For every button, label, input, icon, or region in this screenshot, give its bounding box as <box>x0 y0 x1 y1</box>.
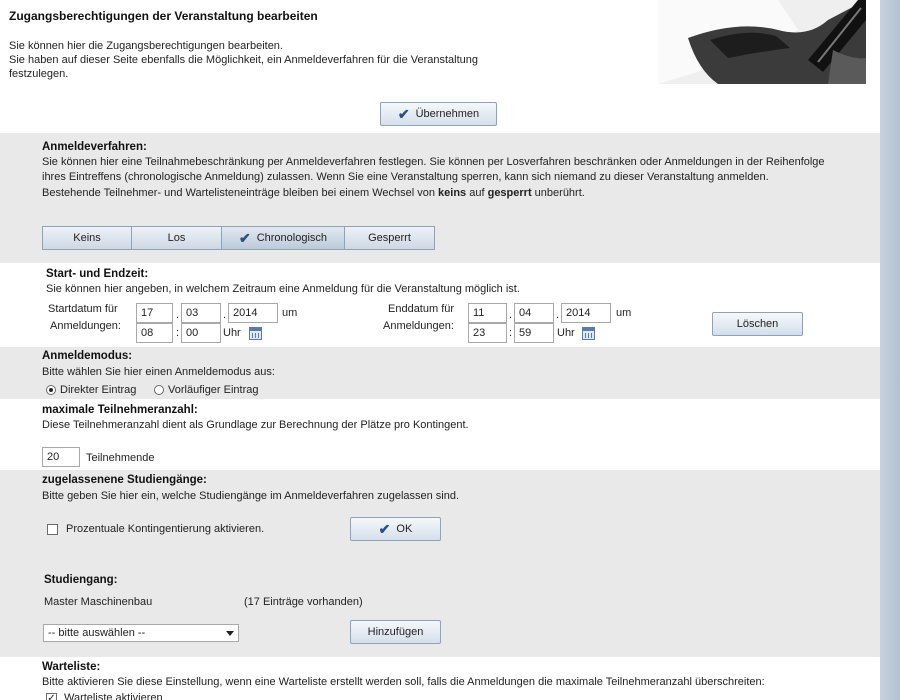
header-photo <box>658 0 866 84</box>
radio-label-provisional: Vorläufiger Eintrag <box>168 384 259 396</box>
program-heading: Studiengang: <box>44 574 118 586</box>
intro-line-1: Sie können hier die Zugangsberechtigunge… <box>9 40 283 52</box>
program-select[interactable]: -- bitte auswählen -- <box>43 624 239 642</box>
section-text: Bitte geben Sie hier ein, welche Studien… <box>42 490 460 502</box>
section-text: Sie können hier angeben, in welchem Zeit… <box>46 283 520 295</box>
intro-line-3: festzulegen. <box>9 68 69 80</box>
section-text-1: Sie können hier eine Teilnahmebeschränku… <box>42 156 825 168</box>
start-day-input[interactable] <box>136 303 173 323</box>
page: Zugangsberechtigungen der Veranstaltung … <box>0 0 880 700</box>
option-chronologisch[interactable]: ✔ Chronologisch <box>221 226 345 250</box>
checkmark-icon: ✔ <box>397 106 410 122</box>
section-text: Bitte wählen Sie hier einen Anmeldemodus… <box>42 366 275 378</box>
section-studiengaenge: zugelassenene Studiengänge: Bitte geben … <box>0 470 880 657</box>
section-anmeldemodus: Anmeldemodus: Bitte wählen Sie hier eine… <box>0 347 880 399</box>
date-separator: . <box>176 309 180 321</box>
page-title: Zugangsberechtigungen der Veranstaltung … <box>9 9 318 23</box>
checkmark-icon: ✔ <box>238 230 251 246</box>
section-heading: Anmeldeverfahren: <box>42 141 147 153</box>
vertical-scrollbar[interactable] <box>880 0 900 700</box>
section-start-endzeit: Start- und Endzeit: Sie können hier ange… <box>0 263 880 347</box>
program-count: (17 Einträge vorhanden) <box>244 596 363 608</box>
hand-with-tablet-image <box>658 0 866 84</box>
end-hour-input[interactable] <box>468 323 507 343</box>
checkmark-icon: ✔ <box>378 521 391 537</box>
section-warteliste: Warteliste: Bitte aktivieren Sie diese E… <box>0 657 880 700</box>
start-date-label-1: Startdatum für <box>48 303 118 315</box>
section-heading: zugelassenene Studiengänge: <box>42 474 207 486</box>
program-name: Master Maschinenbau <box>44 596 153 608</box>
delete-button[interactable]: Löschen <box>712 312 803 336</box>
ok-button[interactable]: ✔ OK <box>350 517 441 541</box>
apply-button[interactable]: ✔ Übernehmen <box>380 102 497 126</box>
chevron-down-icon <box>226 631 234 636</box>
option-gesperrt[interactable]: Gesperrt <box>344 226 435 250</box>
date-separator: . <box>223 309 227 321</box>
start-year-input[interactable] <box>228 303 278 323</box>
radio-direct-entry[interactable] <box>46 385 56 395</box>
radio-provisional-entry[interactable] <box>154 385 164 395</box>
intro-line-2: Sie haben auf dieser Seite ebenfalls die… <box>9 54 479 66</box>
date-separator: . <box>509 309 513 321</box>
uhr-label: Uhr <box>557 327 575 339</box>
option-keins[interactable]: Keins <box>42 226 132 250</box>
uhr-label: Uhr <box>223 327 241 339</box>
start-date-label-2: Anmeldungen: <box>50 320 121 332</box>
section-heading: Warteliste: <box>42 661 101 673</box>
section-anmeldeverfahren: Anmeldeverfahren: Sie können hier eine T… <box>0 133 880 263</box>
quota-checkbox-label: Prozentuale Kontingentierung aktivieren. <box>66 523 265 535</box>
radio-label-direct: Direkter Eintrag <box>60 384 137 396</box>
section-heading: maximale Teilnehmeranzahl: <box>42 404 198 416</box>
end-date-label-1: Enddatum für <box>388 303 455 315</box>
section-text: Bitte aktivieren Sie diese Einstellung, … <box>42 676 765 688</box>
section-text: Diese Teilnehmeranzahl dient als Grundla… <box>42 419 469 431</box>
add-program-button[interactable]: Hinzufügen <box>350 620 441 644</box>
end-month-input[interactable] <box>514 303 554 323</box>
end-date-label-2: Anmeldungen: <box>383 320 454 332</box>
start-minute-input[interactable] <box>181 323 221 343</box>
date-separator: . <box>556 309 560 321</box>
section-text-2: ihres Eintreffens (chronologische Anmeld… <box>42 171 769 183</box>
time-separator: : <box>509 327 513 339</box>
waitlist-checkbox[interactable]: ✓ <box>46 693 57 700</box>
end-year-input[interactable] <box>561 303 611 323</box>
calendar-icon[interactable] <box>582 327 595 340</box>
section-heading: Anmeldemodus: <box>42 350 133 362</box>
quota-checkbox[interactable] <box>47 524 58 535</box>
option-los[interactable]: Los <box>131 226 222 250</box>
participants-unit: Teilnehmende <box>86 452 155 464</box>
waitlist-checkbox-label: Warteliste aktivieren <box>64 692 163 700</box>
time-separator: : <box>176 327 180 339</box>
section-teilnehmeranzahl: maximale Teilnehmeranzahl: Diese Teilneh… <box>0 399 880 470</box>
um-label: um <box>616 307 632 319</box>
section-text-3: Bestehende Teilnehmer- und Wartelistenei… <box>42 187 585 199</box>
start-month-input[interactable] <box>181 303 221 323</box>
um-label: um <box>282 307 298 319</box>
max-participants-input[interactable] <box>42 447 80 467</box>
section-heading: Start- und Endzeit: <box>46 268 149 280</box>
start-hour-input[interactable] <box>136 323 173 343</box>
end-minute-input[interactable] <box>514 323 554 343</box>
end-day-input[interactable] <box>468 303 507 323</box>
calendar-icon[interactable] <box>249 327 262 340</box>
